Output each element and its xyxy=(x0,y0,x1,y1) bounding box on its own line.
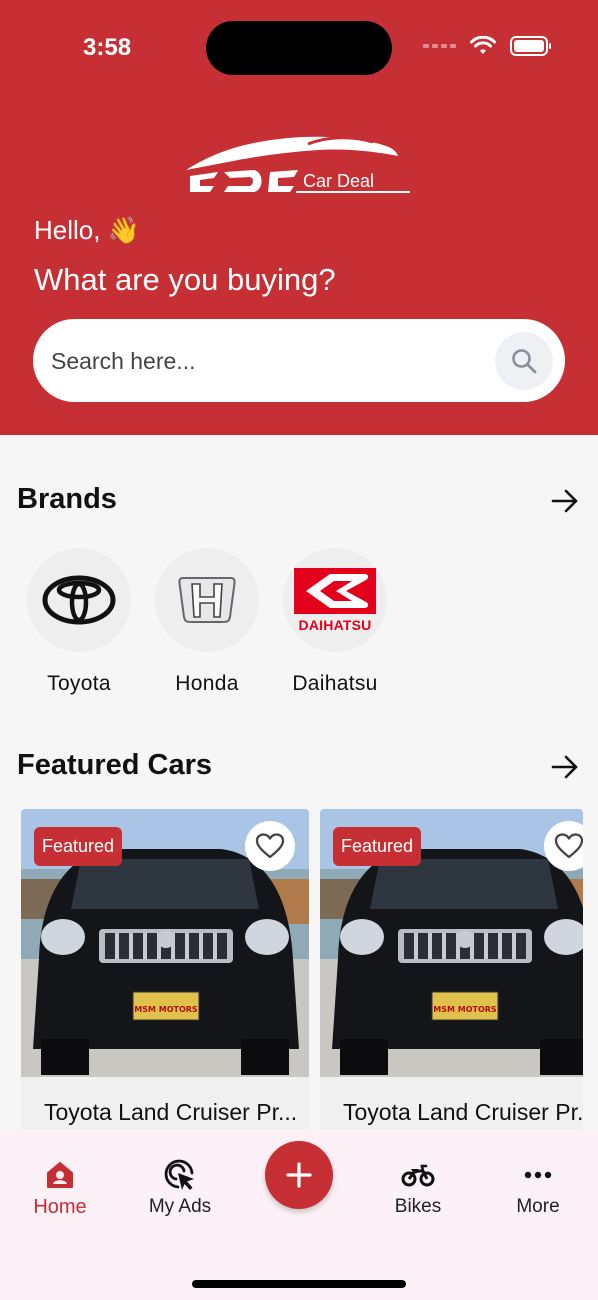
status-icons xyxy=(423,36,551,56)
plate-text: MSM MOTORS xyxy=(134,1005,198,1014)
dynamic-island xyxy=(206,21,392,75)
search-bar xyxy=(33,319,565,402)
nav-label: My Ads xyxy=(148,1196,212,1217)
brand-label: Honda xyxy=(175,672,239,695)
status-time: 3:58 xyxy=(83,34,132,61)
featured-badge: Featured xyxy=(333,827,422,866)
brand-circle: DAIHATSU xyxy=(283,548,387,652)
heart-icon xyxy=(255,833,285,859)
daihatsu-logo-text: DAIHATSU xyxy=(298,616,372,633)
motorbike-icon xyxy=(401,1164,435,1187)
featured-car-card[interactable]: MSM MOTORS Featured Toyota Land Cruiser … xyxy=(320,809,583,1139)
search-icon xyxy=(512,349,537,374)
brands-see-all-arrow-icon[interactable] xyxy=(550,486,580,516)
brands-title: Brands xyxy=(17,483,117,515)
brand-circle xyxy=(27,548,131,652)
favorite-button[interactable] xyxy=(245,821,295,871)
add-listing-button[interactable] xyxy=(265,1141,333,1209)
headline: What are you buying? xyxy=(34,262,336,297)
nav-label: More xyxy=(516,1196,560,1217)
toyota-logo-icon xyxy=(42,575,116,625)
home-indicator xyxy=(192,1280,406,1288)
plus-icon xyxy=(286,1162,312,1188)
target-cursor-icon xyxy=(164,1159,194,1190)
featured-see-all-arrow-icon[interactable] xyxy=(550,752,580,782)
brand-circle xyxy=(155,548,259,652)
brand-item-daihatsu[interactable]: DAIHATSU Daihatsu xyxy=(275,548,395,696)
search-input[interactable] xyxy=(51,341,481,381)
nav-item-bikes[interactable]: Bikes xyxy=(368,1158,468,1218)
car-title: Toyota Land Cruiser Pr... xyxy=(343,1099,583,1125)
logo-text: Car Deal xyxy=(303,171,375,191)
header: 3:58 Car Deal Hello, 👋 What are you buyi… xyxy=(0,0,598,435)
nav-item-my-ads[interactable]: My Ads xyxy=(130,1158,230,1218)
nav-item-home[interactable]: Home xyxy=(10,1158,110,1219)
featured-car-card[interactable]: MSM MOTORS Featured Toyota Land Cruiser … xyxy=(21,809,309,1139)
brand-label: Toyota xyxy=(47,672,111,695)
home-icon xyxy=(47,1162,73,1188)
featured-cars-title: Featured Cars xyxy=(17,749,213,781)
featured-badge: Featured xyxy=(34,827,123,866)
heart-icon xyxy=(554,833,583,859)
brand-label: Daihatsu xyxy=(292,672,378,695)
car-title: Toyota Land Cruiser Pr... xyxy=(44,1099,298,1125)
wifi-icon xyxy=(470,36,496,54)
battery-icon xyxy=(510,36,551,56)
status-bar: 3:58 xyxy=(0,0,598,90)
greeting: Hello, 👋 xyxy=(34,215,141,245)
cellular-signal-icon xyxy=(423,44,456,48)
brand-item-toyota[interactable]: Toyota xyxy=(19,548,139,696)
honda-logo-icon xyxy=(178,577,236,623)
cdc-logo xyxy=(186,136,410,193)
plate-text: MSM MOTORS xyxy=(433,1005,497,1014)
nav-label: Bikes xyxy=(394,1196,442,1217)
search-button[interactable] xyxy=(495,332,553,390)
brand-item-honda[interactable]: Honda xyxy=(147,548,267,696)
daihatsu-logo-icon: DAIHATSU xyxy=(294,567,376,633)
nav-item-more[interactable]: More xyxy=(488,1158,588,1218)
nav-label: Home xyxy=(33,1196,87,1218)
more-dots-icon xyxy=(524,1171,552,1179)
